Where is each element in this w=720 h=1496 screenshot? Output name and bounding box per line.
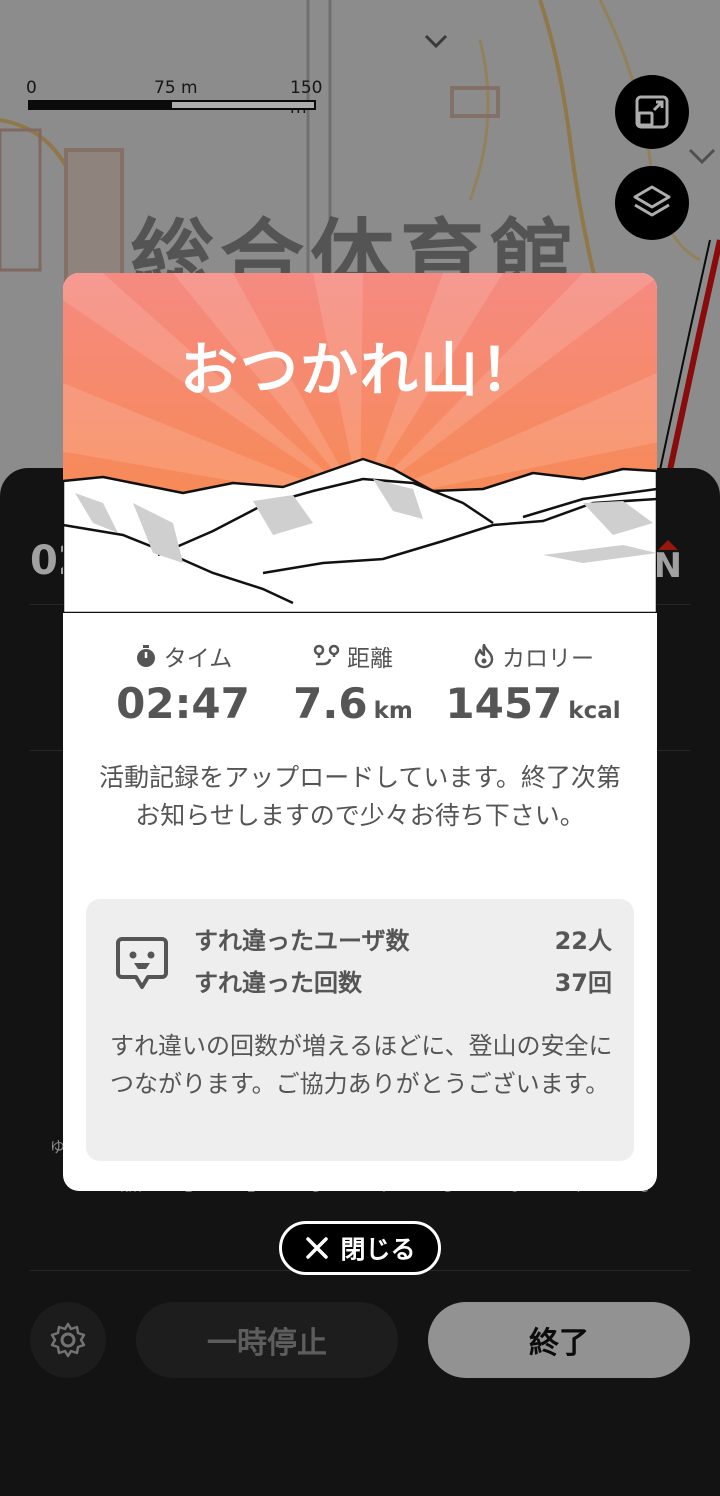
encounter-chat-icon bbox=[116, 937, 168, 989]
encounter-summary-box: すれ違ったユーザ数 22人 すれ違った回数 37回 すれ違いの回数が増えるほどに… bbox=[86, 899, 634, 1161]
stat-calories-label: カロリー bbox=[502, 646, 594, 672]
encounter-note: すれ違いの回数が増えるほどに、登山の安全につながります。ご協力ありがとうございま… bbox=[110, 1032, 613, 1098]
stat-calories: カロリー 1457 kcal bbox=[433, 639, 633, 728]
route-icon bbox=[313, 644, 340, 666]
close-icon bbox=[306, 1237, 329, 1259]
encounter-users-row: すれ違ったユーザ数 22人 bbox=[194, 921, 612, 956]
encounter-users-label: すれ違ったユーザ数 bbox=[194, 927, 410, 955]
stat-calories-unit: kcal bbox=[568, 698, 621, 724]
stat-distance-value: 7.6 bbox=[293, 679, 368, 728]
stopwatch-icon bbox=[136, 645, 155, 667]
encounter-count-row: すれ違った回数 37回 bbox=[194, 963, 612, 998]
stat-time: タイム 02:47 bbox=[103, 639, 263, 728]
encounter-count-value: 37回 bbox=[554, 969, 612, 997]
stat-distance-unit: km bbox=[373, 698, 413, 724]
stat-distance: 距離 7.6 km bbox=[273, 639, 433, 728]
stat-time-label: タイム bbox=[163, 646, 233, 672]
dialog-title: おつかれ山！ bbox=[179, 336, 540, 404]
upload-status-message: 活動記録をアップロードしています。終了次第お知らせしますので少々お待ち下さい。 bbox=[99, 763, 621, 830]
close-dialog-button[interactable]: 閉じる bbox=[279, 1221, 441, 1275]
stat-calories-value: 1457 bbox=[445, 679, 563, 728]
encounter-count-label: すれ違った回数 bbox=[194, 969, 362, 997]
close-button-label: 閉じる bbox=[340, 1235, 416, 1264]
activity-stats: タイム 02:47 距離 7.6 km カロリー 1457 kcal bbox=[63, 639, 657, 729]
flame-icon bbox=[474, 643, 494, 669]
stat-distance-label: 距離 bbox=[347, 646, 393, 672]
encounter-users-value: 22人 bbox=[554, 927, 612, 955]
activity-finished-dialog: おつかれ山！ タイム 02:47 距離 7.6 km カロリー 1457 kca… bbox=[63, 273, 657, 1191]
stat-time-value: 02:47 bbox=[116, 679, 250, 728]
